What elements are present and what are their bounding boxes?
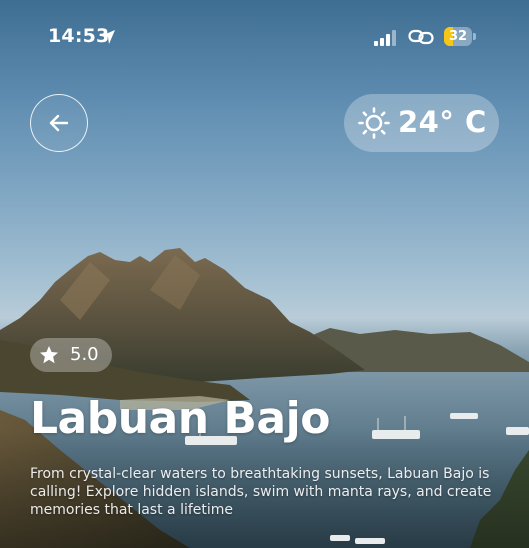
battery-indicator: 32 (444, 27, 476, 46)
weather-badge: 24° C (344, 94, 499, 152)
status-bar: 14:53 32 (0, 0, 529, 70)
cellular-signal-icon (374, 30, 396, 46)
rating-value: 5.0 (70, 344, 99, 365)
personal-hotspot-icon (408, 29, 434, 45)
destination-title: Labuan Bajo (30, 393, 330, 444)
star-icon (40, 346, 58, 364)
location-arrow-icon (101, 30, 115, 44)
destination-description: From crystal-clear waters to breathtakin… (30, 466, 492, 518)
sun-icon (358, 107, 390, 139)
temperature-value: 24° C (398, 105, 487, 139)
rating-badge: 5.0 (30, 338, 112, 372)
back-button[interactable] (30, 94, 88, 152)
arrow-left-icon (49, 114, 69, 132)
battery-level: 32 (448, 29, 468, 44)
destination-screen: 14:53 32 24° C 5.0 Labuan Bajo From crys… (0, 0, 529, 548)
